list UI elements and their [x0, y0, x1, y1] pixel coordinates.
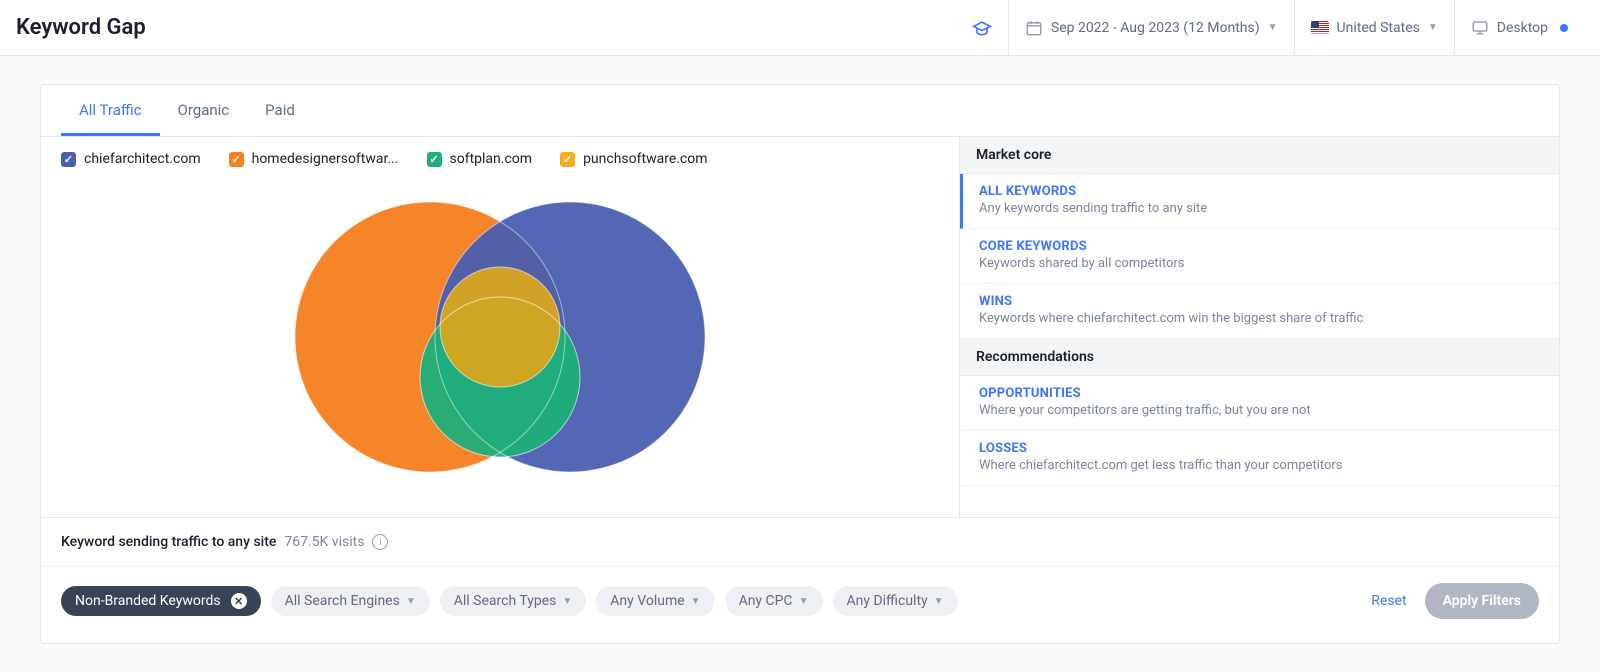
country-label: United States — [1337, 20, 1420, 36]
legend-item[interactable]: ✓ chiefarchitect.com — [61, 151, 201, 167]
options-pane: Market core ALL KEYWORDS Any keywords send… — [959, 137, 1559, 517]
legend-label: homedesignersoftwar... — [252, 151, 399, 167]
desktop-icon — [1471, 19, 1489, 37]
close-icon[interactable]: ✕ — [231, 593, 247, 609]
option-desc: Keywords where chiefarchitect.com win th… — [979, 311, 1543, 326]
option-title: LOSSES — [979, 441, 1543, 456]
chip-label: Any Difficulty — [847, 593, 928, 609]
legend-label: chiefarchitect.com — [84, 151, 201, 167]
filter-row: Non-Branded Keywords ✕ All Search Engines ▼… — [41, 566, 1559, 643]
chip-label: All Search Engines — [285, 593, 400, 609]
chevron-down-icon: ▼ — [562, 596, 572, 607]
option-desc: Any keywords sending traffic to any site — [979, 201, 1543, 216]
legend-label: softplan.com — [450, 151, 533, 167]
section-header-recommendations: Recommendations — [960, 339, 1559, 376]
page-title: Keyword Gap — [16, 15, 146, 40]
summary-label: Keyword sending traffic to any site — [61, 534, 276, 550]
chevron-down-icon: ▼ — [1268, 22, 1278, 33]
tab-all-traffic[interactable]: All Traffic — [61, 85, 160, 136]
traffic-tabs: All TrafficOrganicPaid — [41, 85, 1559, 137]
date-range-selector[interactable]: Sep 2022 - Aug 2023 (12 Months) ▼ — [1008, 0, 1294, 55]
main-row: ✓ chiefarchitect.com ✓ homedesignersoftwar.… — [41, 137, 1559, 517]
option-losses[interactable]: LOSSES Where chiefarchitect.com get less … — [960, 431, 1559, 486]
section-header-market-core: Market core — [960, 137, 1559, 174]
main-card: All TrafficOrganicPaid ✓ chiefarchitect.c… — [40, 84, 1560, 644]
option-all-keywords[interactable]: ALL KEYWORDS Any keywords sending traffic… — [960, 174, 1559, 229]
device-selector[interactable]: Desktop — [1454, 0, 1584, 55]
content-area: All TrafficOrganicPaid ✓ chiefarchitect.c… — [0, 56, 1600, 672]
device-label: Desktop — [1497, 20, 1548, 36]
option-title: WINS — [979, 294, 1543, 309]
us-flag-icon — [1311, 21, 1329, 35]
summary-row: Keyword sending traffic to any site 767.… — [41, 517, 1559, 566]
legend-item[interactable]: ✓ punchsoftware.com — [560, 151, 707, 167]
chevron-down-icon: ▼ — [406, 596, 416, 607]
checkbox-icon: ✓ — [61, 152, 76, 167]
filter-chips: Non-Branded Keywords ✕ All Search Engines ▼… — [61, 586, 958, 616]
country-selector[interactable]: United States ▼ — [1294, 0, 1454, 55]
checkbox-icon: ✓ — [427, 152, 442, 167]
tab-organic[interactable]: Organic — [160, 85, 248, 136]
filter-chip-all-search-engines[interactable]: All Search Engines ▼ — [271, 586, 430, 616]
filter-chip-any-volume[interactable]: Any Volume ▼ — [596, 586, 714, 616]
legend-label: punchsoftware.com — [583, 151, 707, 167]
venn-svg — [260, 187, 740, 487]
chevron-down-icon: ▼ — [1428, 22, 1438, 33]
info-icon[interactable]: i — [372, 534, 388, 550]
legend-item[interactable]: ✓ homedesignersoftwar... — [229, 151, 399, 167]
chip-label: Any Volume — [610, 593, 684, 609]
chip-label: Any CPC — [739, 593, 793, 609]
option-desc: Keywords shared by all competitors — [979, 256, 1543, 271]
filter-chip-any-cpc[interactable]: Any CPC ▼ — [725, 586, 823, 616]
option-title: OPPORTUNITIES — [979, 386, 1543, 401]
option-title: CORE KEYWORDS — [979, 239, 1543, 254]
option-desc: Where chiefarchitect.com get less traffi… — [979, 458, 1543, 473]
legend-item[interactable]: ✓ softplan.com — [427, 151, 533, 167]
chevron-down-icon: ▼ — [799, 596, 809, 607]
option-wins[interactable]: WINS Keywords where chiefarchitect.com wi… — [960, 284, 1559, 339]
venn-diagram — [61, 177, 939, 497]
graduation-cap-icon — [972, 18, 992, 38]
venn-pane: ✓ chiefarchitect.com ✓ homedesignersoftwar.… — [41, 137, 959, 517]
site-legend: ✓ chiefarchitect.com ✓ homedesignersoftwar.… — [61, 151, 939, 167]
chevron-down-icon: ▼ — [691, 596, 701, 607]
option-opportunities[interactable]: OPPORTUNITIES Where your competitors are … — [960, 376, 1559, 431]
calendar-icon — [1025, 19, 1043, 37]
filter-chip-all-search-types[interactable]: All Search Types ▼ — [440, 586, 587, 616]
chip-label: Non-Branded Keywords — [75, 593, 221, 609]
date-range-label: Sep 2022 - Aug 2023 (12 Months) — [1051, 20, 1260, 36]
checkbox-icon: ✓ — [229, 152, 244, 167]
tab-paid[interactable]: Paid — [247, 85, 313, 136]
summary-visits: 767.5K visits — [284, 534, 364, 550]
chip-label: All Search Types — [454, 593, 557, 609]
apply-filters-button[interactable]: Apply Filters — [1425, 583, 1539, 619]
reset-button[interactable]: Reset — [1371, 593, 1406, 609]
option-title: ALL KEYWORDS — [979, 184, 1543, 199]
status-dot-icon — [1560, 24, 1568, 32]
filter-actions: Reset Apply Filters — [1371, 583, 1539, 619]
filter-chip-non-branded-keywords[interactable]: Non-Branded Keywords ✕ — [61, 586, 261, 616]
option-core-keywords[interactable]: CORE KEYWORDS Keywords shared by all comp… — [960, 229, 1559, 284]
chevron-down-icon: ▼ — [934, 596, 944, 607]
topbar-controls: Sep 2022 - Aug 2023 (12 Months) ▼ United… — [956, 0, 1584, 55]
option-desc: Where your competitors are getting traff… — [979, 403, 1543, 418]
checkbox-icon: ✓ — [560, 152, 575, 167]
help-button[interactable] — [956, 0, 1008, 55]
top-bar: Keyword Gap Sep 2022 - Aug 2023 (12 Mont… — [0, 0, 1600, 56]
filter-chip-any-difficulty[interactable]: Any Difficulty ▼ — [833, 586, 958, 616]
